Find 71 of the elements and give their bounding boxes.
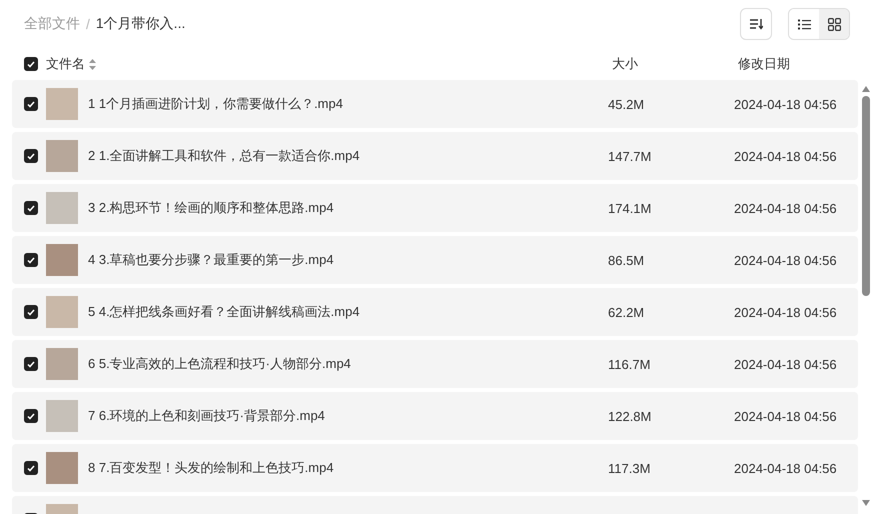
file-name: 6 5.专业高效的上色流程和技巧·人物部分.mp4 (88, 356, 351, 371)
file-name: 2 1.全面讲解工具和软件，总有一款适合你.mp4 (88, 148, 360, 163)
file-name: 1 1个月插画进阶计划，你需要做什么？.mp4 (88, 96, 343, 111)
row-checkbox[interactable] (24, 201, 38, 215)
sort-button[interactable] (740, 8, 772, 40)
file-size: 45.2M (608, 96, 644, 112)
file-size: 62.2M (608, 304, 644, 320)
file-name: 8 7.百变发型！头发的绘制和上色技巧.mp4 (88, 460, 334, 475)
video-thumbnail-placeholder (46, 192, 78, 224)
modified-date: 2024-04-18 04:56 (734, 356, 837, 372)
modified-date: 2024-04-18 04:56 (734, 408, 837, 424)
video-thumbnail-placeholder (46, 244, 78, 276)
file-row[interactable]: 3 2.构思环节！绘画的顺序和整体思路.mp4 174.1M 2024-04-18 04:56 (12, 184, 858, 232)
sort-icon (749, 18, 763, 30)
check-icon (27, 204, 35, 212)
video-thumbnail-placeholder (46, 296, 78, 328)
list-icon (798, 18, 810, 30)
file-name: 3 2.构思环节！绘画的顺序和整体思路.mp4 (88, 200, 334, 215)
select-all-checkbox[interactable] (24, 57, 38, 71)
video-thumbnail-placeholder (46, 88, 78, 120)
row-checkbox[interactable] (24, 305, 38, 319)
modified-date: 2024-04-18 04:56 (734, 460, 837, 476)
file-name: 4 3.草稿也要分步骤？最重要的第一步.mp4 (88, 252, 334, 267)
check-icon (27, 360, 35, 368)
file-row[interactable]: 1 1个月插画进阶计划，你需要做什么？.mp4 45.2M 2024-04-18 04:56 (12, 80, 858, 128)
file-name: 7 6.环境的上色和刻画技巧·背景部分.mp4 (88, 408, 325, 423)
row-checkbox[interactable] (24, 357, 38, 371)
video-thumbnail-placeholder (46, 400, 78, 432)
breadcrumb-separator: / (86, 16, 90, 32)
column-header: 大小 (612, 55, 638, 73)
check-icon (27, 60, 35, 68)
video-thumbnail-placeholder (46, 452, 78, 484)
modified-date: 2024-04-18 04:56 (734, 304, 837, 320)
row-checkbox[interactable] (24, 149, 38, 163)
file-size: 117.3M (608, 460, 650, 476)
row-checkbox[interactable] (24, 409, 38, 423)
file-size: 174.1M (608, 200, 652, 216)
file-row[interactable]: 7 6.环境的上色和刻画技巧·背景部分.mp4 122.8M 2024-04-18 04:56 (12, 392, 858, 440)
check-icon (27, 152, 35, 160)
file-size: 116.7M (608, 356, 650, 372)
modified-date: 2024-04-18 04:56 (734, 200, 837, 216)
file-row[interactable]: 6 5.专业高效的上色流程和技巧·人物部分.mp4 116.7M 2024-04-18 04:56 (12, 340, 858, 388)
scroll-up-arrow-icon[interactable] (862, 86, 870, 92)
sort-arrows-icon (89, 58, 96, 70)
check-icon (27, 100, 35, 108)
check-icon (27, 464, 35, 472)
modified-date: 2024-04-18 04:56 (734, 148, 837, 164)
file-row[interactable]: 2 1.全面讲解工具和软件，总有一款适合你.mp4 147.7M 2024-04-18 04:56 (12, 132, 858, 180)
check-icon (27, 308, 35, 316)
modified-date: 2024-04-18 04:56 (734, 96, 837, 112)
row-checkbox[interactable] (24, 97, 38, 111)
file-row[interactable]: 8 7.百变发型！头发的绘制和上色技巧.mp4 117.3M 2024-04-18 04:56 (12, 444, 858, 492)
file-size: 122.8M (608, 408, 652, 424)
file-size: 86.5M (608, 252, 644, 268)
row-checkbox[interactable] (24, 253, 38, 267)
video-thumbnail-placeholder (46, 140, 78, 172)
breadcrumb-item: 1个月带你入... (96, 15, 186, 33)
file-row[interactable]: 4 3.草稿也要分步骤？最重要的第一步.mp4 86.5M 2024-04-18 04:56 (12, 236, 858, 284)
modified-date: 2024-04-18 04:56 (734, 252, 837, 268)
video-thumbnail-placeholder (46, 348, 78, 380)
file-size: 147.7M (608, 148, 652, 164)
scroll-down-arrow-icon[interactable] (862, 500, 870, 506)
check-icon (27, 412, 35, 420)
grid-icon (828, 18, 840, 30)
column-header-button[interactable]: 文件名 (46, 55, 96, 73)
file-name: 5 4.怎样把线条画好看？全面讲解线稿画法.mp4 (88, 304, 360, 319)
column-header: 修改日期 (738, 55, 790, 73)
row-checkbox[interactable] (24, 461, 38, 475)
grid-view-button[interactable] (819, 9, 849, 39)
file-row[interactable]: 5 4.怎样把线条画好看？全面讲解线稿画法.mp4 62.2M 2024-04-18 04:56 (12, 288, 858, 336)
check-icon (27, 256, 35, 264)
